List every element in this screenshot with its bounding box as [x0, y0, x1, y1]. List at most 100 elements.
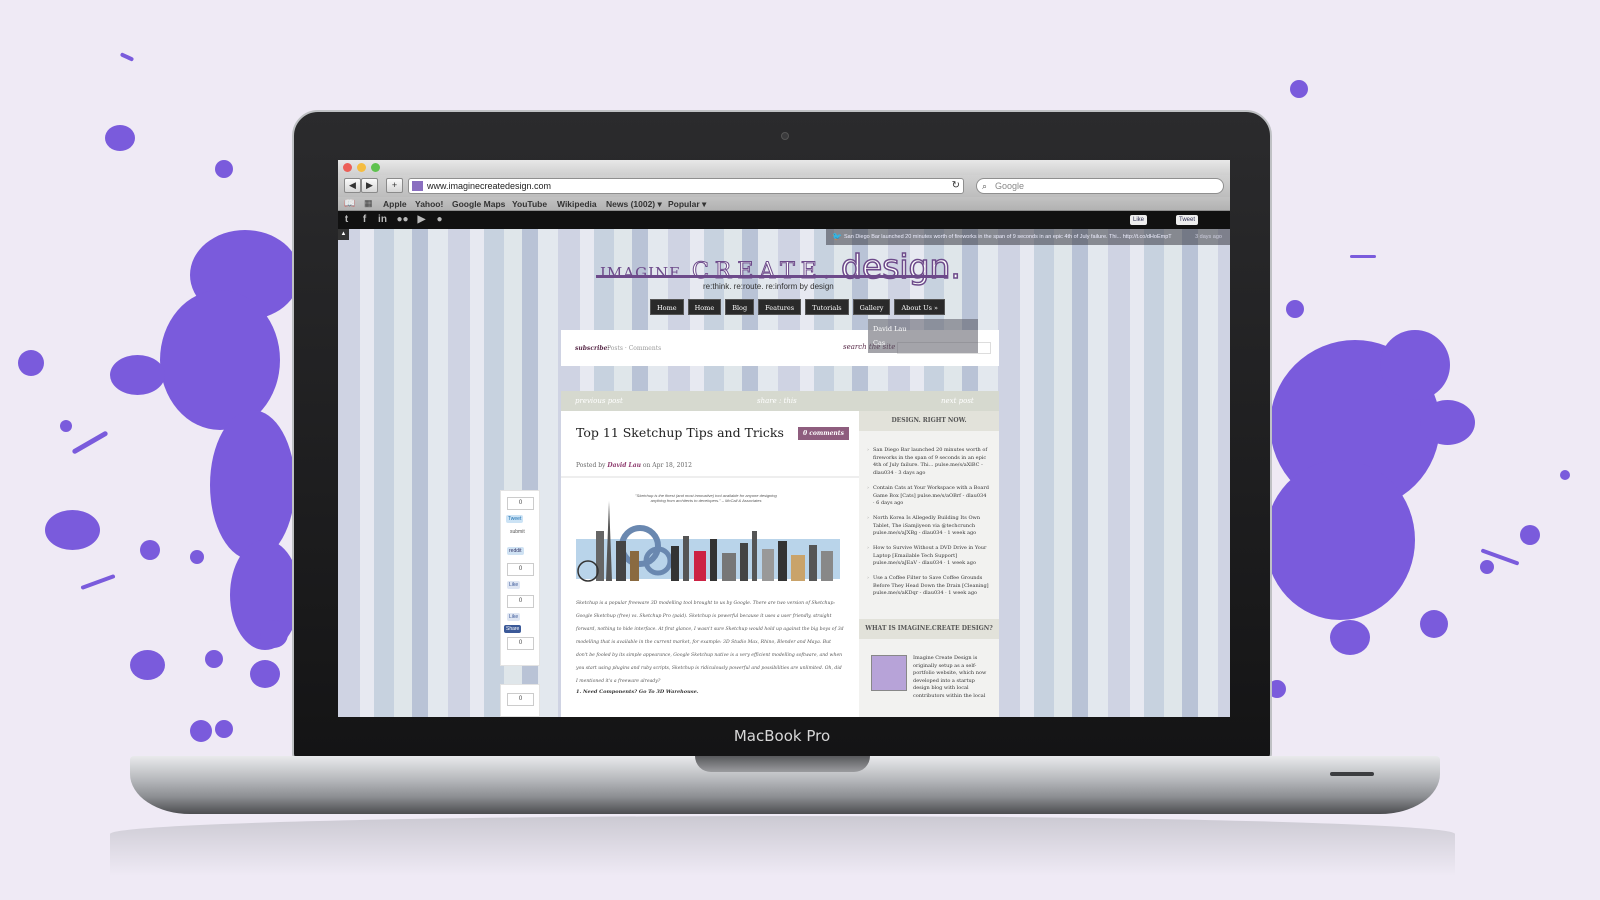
- dropdown-item[interactable]: Cas: [873, 336, 973, 350]
- facebook-icon[interactable]: f: [358, 214, 371, 226]
- browser-search-input[interactable]: ⌕ Google: [976, 178, 1224, 194]
- post-body: Sketchup is a popular freeware 3D modell…: [576, 601, 844, 684]
- search-icon: ⌕: [982, 181, 988, 191]
- previous-post-link[interactable]: previous post: [575, 391, 623, 411]
- city-skyline-image: [576, 501, 840, 586]
- bookmark-item[interactable]: YouTube: [512, 199, 547, 209]
- blog-post: Top 11 Sketchup Tips and Tricks 0 commen…: [561, 411, 859, 717]
- menu-item-about-us[interactable]: About Us »: [894, 299, 945, 315]
- youtube-icon[interactable]: ▶: [415, 214, 428, 226]
- sidebar: DESIGN. RIGHT NOW. San Diego Bar launche…: [859, 411, 999, 717]
- ticker-text: San Diego Bar launched 20 minutes worth …: [844, 234, 1172, 240]
- post-title[interactable]: Top 11 Sketchup Tips and Tricks: [576, 425, 784, 440]
- tweet-badge[interactable]: Tweet: [1176, 215, 1199, 225]
- top-sites-icon[interactable]: ▦: [364, 198, 373, 209]
- post-list-item[interactable]: 1. Need Components? Go To 3D Warehouse.: [576, 689, 699, 695]
- site-tagline: re:think. re:route. re:inform by design: [703, 282, 834, 291]
- logo-create: CREATE.: [691, 259, 836, 285]
- site-menu: Home Home Blog Features Tutorials Galler…: [650, 299, 945, 315]
- search-placeholder: Google: [995, 181, 1025, 191]
- scroll-up-icon[interactable]: ▲: [338, 229, 349, 240]
- menu-item-home[interactable]: Home: [650, 299, 684, 315]
- screen: ◀ ▶ + www.imaginecreatedesign.com ↻ ⌕ Go…: [338, 160, 1230, 717]
- sidebar-tweet[interactable]: North Korea Is Allegedly Building Its Ow…: [867, 515, 989, 538]
- like-button[interactable]: Like: [507, 581, 521, 589]
- back-button[interactable]: ◀: [344, 178, 361, 193]
- bookmarks-bar: 📖 ▦ Apple Yahoo! Google Maps YouTube Wik…: [338, 197, 1230, 211]
- share-count: 0: [507, 497, 534, 510]
- subscribe-label: subscribe:: [575, 345, 610, 352]
- menu-item-gallery[interactable]: Gallery: [852, 299, 891, 315]
- share-this-link[interactable]: share : this: [757, 391, 797, 411]
- sidebar-tweet[interactable]: How to Survive Without a DVD Drive in Yo…: [867, 545, 989, 568]
- ticker-time: 3 days ago: [1195, 234, 1222, 240]
- sidebar-heading: DESIGN. RIGHT NOW.: [859, 411, 999, 431]
- twitter-bird-icon: 🐦: [832, 232, 842, 241]
- close-window-button[interactable]: [343, 163, 352, 172]
- next-post-link[interactable]: next post: [941, 391, 974, 411]
- menu-item-home-2[interactable]: Home: [687, 299, 722, 315]
- bookmark-item[interactable]: Wikipedia: [557, 199, 597, 209]
- tweet-button[interactable]: Tweet: [506, 515, 524, 523]
- post-quote: "Sketchup is the finest (and most innova…: [635, 493, 777, 503]
- divider: [561, 476, 859, 478]
- device-label: MacBook Pro: [733, 727, 831, 745]
- sidebar-tweet[interactable]: Contain Cats at Your Workspace with a Bo…: [867, 485, 989, 508]
- sidebar-tweet[interactable]: San Diego Bar launched 20 minutes worth …: [867, 447, 989, 477]
- zoom-window-button[interactable]: [371, 163, 380, 172]
- bookmark-item[interactable]: Google Maps: [452, 199, 505, 209]
- share-count: 0: [507, 595, 534, 608]
- sidebar-tweet[interactable]: Use a Coffee Filter to Save Coffee Groun…: [867, 575, 989, 598]
- share-rail-bottom: 0: [500, 684, 540, 717]
- reddit-button[interactable]: reddit: [507, 547, 524, 555]
- facebook-like-badge[interactable]: Like: [1130, 215, 1148, 225]
- menu-item-tutorials[interactable]: Tutorials: [805, 299, 849, 315]
- add-bookmark-button[interactable]: +: [386, 178, 403, 193]
- post-date: on Apr 18, 2012: [642, 462, 692, 469]
- subscribe-links[interactable]: Posts · Comments: [607, 345, 661, 352]
- logo-underline: [596, 275, 948, 278]
- dropdown-item[interactable]: David Lau: [873, 322, 973, 336]
- laptop-notch: [695, 756, 870, 772]
- logo-design: design.: [840, 246, 961, 287]
- posted-by-label: Posted by: [576, 462, 606, 469]
- site-favicon-icon: [412, 181, 423, 191]
- share-count: 0: [507, 637, 534, 650]
- logo-imagine: IMAGINE.: [600, 264, 687, 282]
- forward-button[interactable]: ▶: [361, 178, 378, 193]
- mascot-avatar: [871, 655, 907, 691]
- bookmark-item[interactable]: Yahoo!: [415, 199, 443, 209]
- share-count: 0: [507, 693, 534, 706]
- sidebar-heading: WHAT IS IMAGINE.CREATE DESIGN?: [859, 619, 999, 639]
- bookmark-item[interactable]: News (1002) ▾: [606, 199, 662, 210]
- about-text: Imagine Create Design is originally setu…: [913, 655, 987, 699]
- bookmark-item[interactable]: Apple: [383, 199, 407, 209]
- bookmark-item[interactable]: Popular ▾: [668, 199, 706, 210]
- like-button[interactable]: Like: [507, 613, 521, 621]
- menu-item-features[interactable]: Features: [758, 299, 802, 315]
- post-author-link[interactable]: David Lau: [607, 462, 641, 469]
- facebook-share-button[interactable]: Share: [504, 625, 522, 633]
- minimize-window-button[interactable]: [357, 163, 366, 172]
- laptop-reflection: [110, 816, 1455, 876]
- twitter-ticker[interactable]: 🐦 San Diego Bar launched 20 minutes wort…: [826, 229, 1230, 245]
- post-meta: Posted by David Lau on Apr 18, 2012: [576, 462, 692, 469]
- camera-icon: [781, 132, 789, 140]
- site-social-bar: t f in ●● ▶ ● Like Tweet: [338, 211, 1230, 229]
- laptop-vent: [1330, 772, 1374, 776]
- address-bar[interactable]: www.imaginecreatedesign.com ↻: [408, 178, 964, 194]
- reload-icon[interactable]: ↻: [952, 179, 960, 193]
- share-rail: 0 Tweet submit reddit 0 Like 0 Like Shar…: [500, 490, 540, 666]
- menu-item-blog[interactable]: Blog: [725, 299, 755, 315]
- comments-badge[interactable]: 0 comments: [798, 427, 849, 440]
- twitter-icon[interactable]: t: [340, 214, 353, 226]
- site-logo[interactable]: IMAGINE. CREATE. design.: [600, 246, 970, 287]
- submit-button[interactable]: submit: [510, 529, 525, 535]
- post-navigation: previous post share : this next post: [561, 391, 999, 411]
- apple-icon[interactable]: ●: [433, 214, 446, 226]
- website-page: ▲ 🐦 San Diego Bar launched 20 minutes wo…: [338, 229, 1230, 717]
- browser-toolbar: ◀ ▶ + www.imaginecreatedesign.com ↻ ⌕ Go…: [338, 175, 1230, 197]
- reading-list-icon[interactable]: 📖: [344, 198, 355, 209]
- linkedin-icon[interactable]: in: [376, 214, 389, 226]
- flickr-icon[interactable]: ●●: [396, 214, 409, 226]
